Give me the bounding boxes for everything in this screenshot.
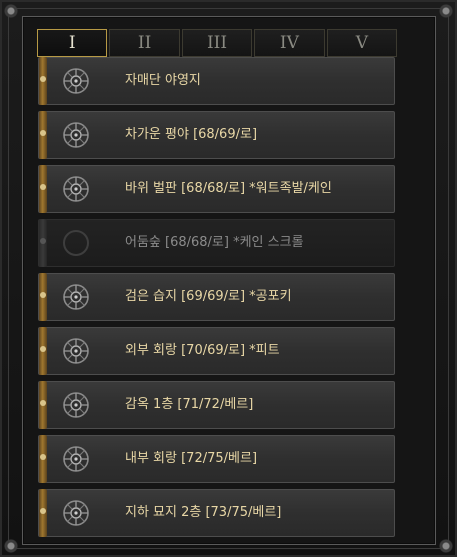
waypoint-row[interactable]: 외부 회랑 [70/69/로] *피트 (38, 327, 395, 375)
waypoint-row[interactable]: 검은 습지 [69/69/로] *공포키 (38, 273, 395, 321)
frame-corner-ornament (2, 2, 20, 20)
waypoint-rune-icon (63, 392, 89, 418)
row-spine (39, 219, 47, 267)
waypoint-rune-icon (63, 68, 89, 94)
empty-circle-icon (63, 230, 89, 256)
row-spine (39, 381, 47, 429)
row-spine (39, 435, 47, 483)
waypoint-row[interactable]: 어둠숲 [68/68/로] *케인 스크롤 (38, 219, 395, 267)
waypoint-rune-icon (63, 500, 89, 526)
tab-act-2[interactable]: II (109, 29, 180, 57)
waypoint-rune-icon (63, 284, 89, 310)
row-spine (39, 165, 47, 213)
row-spine (39, 111, 47, 159)
waypoint-rune-icon (63, 446, 89, 472)
waypoint-label: 어둠숲 [68/68/로] *케인 스크롤 (125, 235, 304, 250)
frame-corner-ornament (437, 537, 455, 555)
waypoint-rune-icon (63, 338, 89, 364)
row-spine (39, 327, 47, 375)
row-spine (39, 57, 47, 105)
waypoint-list: 자매단 야영지차가운 평야 [68/69/로] 바위 벌판 [68/68/로] *… (38, 57, 395, 543)
waypoint-row[interactable]: 감옥 1층 [71/72/베르] (38, 381, 395, 429)
waypoint-row[interactable]: 자매단 야영지 (38, 57, 395, 105)
waypoint-rune-icon (63, 122, 89, 148)
row-spine (39, 489, 47, 537)
waypoint-row[interactable]: 지하 묘지 2층 [73/75/베르] (38, 489, 395, 537)
waypoint-label: 내부 회랑 [72/75/베르] (125, 451, 258, 466)
waypoint-row[interactable]: 바위 벌판 [68/68/로] *워트족발/케인 (38, 165, 395, 213)
act-tabs: I II III IV V (37, 29, 398, 57)
waypoint-label: 차가운 평야 [68/69/로] (125, 127, 258, 142)
waypoint-rune-icon (63, 176, 89, 202)
waypoint-label: 바위 벌판 [68/68/로] *워트족발/케인 (125, 181, 332, 196)
waypoint-row[interactable]: 차가운 평야 [68/69/로] (38, 111, 395, 159)
frame-corner-ornament (437, 2, 455, 20)
tab-act-4[interactable]: IV (254, 29, 325, 57)
tab-act-5[interactable]: V (326, 29, 398, 57)
frame-corner-ornament (2, 537, 20, 555)
tab-act-1[interactable]: I (37, 29, 108, 57)
waypoint-label: 검은 습지 [69/69/로] *공포키 (125, 289, 292, 304)
row-spine (39, 273, 47, 321)
waypoint-row[interactable]: 내부 회랑 [72/75/베르] (38, 435, 395, 483)
waypoint-label: 감옥 1층 [71/72/베르] (125, 397, 254, 412)
tab-act-3[interactable]: III (181, 29, 253, 57)
waypoint-label: 지하 묘지 2층 [73/75/베르] (125, 505, 282, 520)
waypoint-label: 외부 회랑 [70/69/로] *피트 (125, 343, 280, 358)
waypoint-label: 자매단 야영지 (125, 73, 201, 88)
